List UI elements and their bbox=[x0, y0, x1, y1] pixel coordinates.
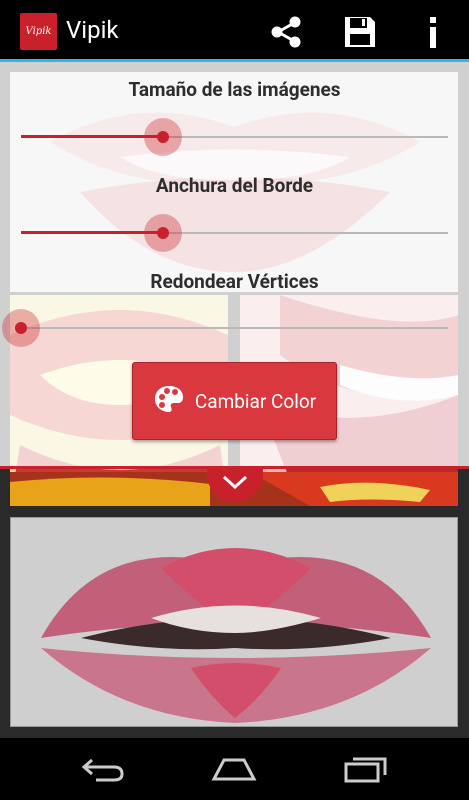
share-icon[interactable] bbox=[266, 12, 306, 52]
round-corners-label: Redondear Vértices bbox=[150, 270, 319, 293]
save-icon[interactable] bbox=[340, 12, 380, 52]
navigation-bar bbox=[0, 738, 469, 800]
app-logo-text: Vipik bbox=[25, 26, 52, 37]
border-width-slider-fill bbox=[21, 231, 163, 234]
change-color-button[interactable]: Cambiar Color bbox=[132, 362, 337, 440]
change-color-label: Cambiar Color bbox=[194, 389, 317, 413]
home-icon[interactable] bbox=[209, 754, 259, 784]
settings-panel: Tamaño de las imágenes Anchura del Borde… bbox=[0, 62, 469, 468]
border-width-slider-thumb[interactable] bbox=[144, 214, 182, 252]
lips-photo[interactable] bbox=[10, 517, 458, 727]
app-logo[interactable]: Vipik bbox=[20, 13, 57, 50]
action-bar: Vipik Vipik bbox=[0, 0, 469, 62]
image-size-slider-fill bbox=[21, 135, 163, 138]
info-icon[interactable] bbox=[413, 12, 453, 52]
image-size-label: Tamaño de las imágenes bbox=[128, 78, 341, 101]
border-width-label: Anchura del Borde bbox=[155, 174, 314, 197]
image-size-slider-thumb[interactable] bbox=[144, 118, 182, 156]
recent-apps-icon[interactable] bbox=[341, 754, 391, 784]
chevron-down-icon bbox=[220, 473, 250, 495]
app-title: Vipik bbox=[66, 16, 119, 44]
back-icon[interactable] bbox=[78, 754, 128, 784]
content-area: Tamaño de las imágenes Anchura del Borde… bbox=[0, 62, 469, 738]
round-corners-slider-thumb[interactable] bbox=[2, 309, 40, 347]
round-corners-slider-track[interactable] bbox=[21, 327, 448, 329]
palette-icon bbox=[153, 384, 185, 419]
